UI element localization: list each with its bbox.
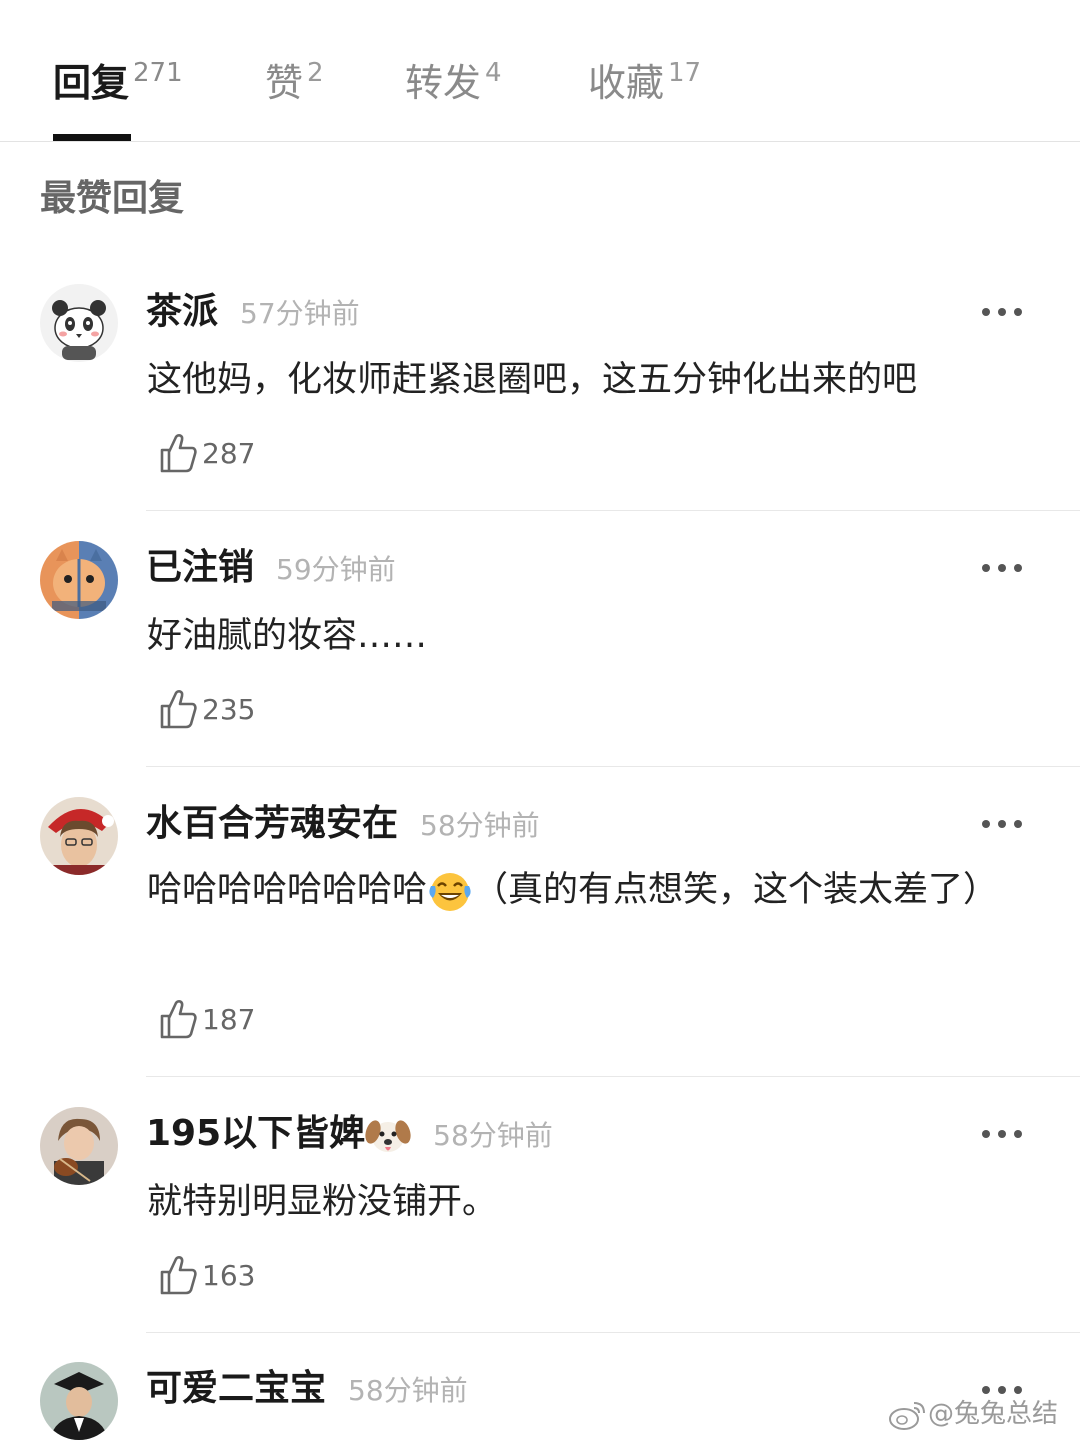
like-count: 163 [202,1258,256,1292]
tab-favorites[interactable]: 收藏 17 [588,58,701,114]
comment-username[interactable]: 水百合芳魂安在 58分钟前 [146,801,540,849]
comment-text: 就特别明显粉没铺开。 [147,1182,498,1222]
like-button[interactable]: 163 [158,1254,255,1298]
more-options-icon[interactable] [982,1128,1024,1140]
dog-face-emoji [365,1120,411,1152]
like-button[interactable]: 187 [158,998,255,1042]
thumbs-up-icon [160,690,197,729]
username-text: 已注销 [146,547,255,588]
like-count: 187 [202,1002,256,1036]
watermark: @兔兔总结 [888,1396,1058,1432]
tab-likes[interactable]: 赞2 [265,58,324,114]
comment-username[interactable]: 茶派 57分钟前 [146,289,360,337]
comment-timestamp: 58分钟前 [420,809,540,842]
tab-favorites-label: 收藏 [588,61,665,105]
comment-text: 哈哈哈哈哈哈哈哈 （真的有点想笑，这个装太差了） [147,862,1037,918]
comment-timestamp: 58分钟前 [348,1374,468,1407]
comment-text: 这他妈，化妆师赶紧退圈吧，这五分钟化出来的吧 [147,360,918,400]
tab-reposts-count: 4 [485,58,502,88]
tab-likes-count: 2 [307,58,324,88]
comment-text-part: （真的有点想笑，这个装太差了） [473,870,999,910]
tab-replies-count: 271 [133,58,183,88]
comment-timestamp: 57分钟前 [240,297,360,330]
comment-divider [146,510,1080,511]
cat-avatar[interactable] [40,541,118,619]
tab-favorites-count: 17 [668,58,702,88]
username-text: 茶派 [146,291,219,332]
comment-text-part: 哈哈哈哈哈哈哈哈 [147,870,428,910]
comment-username[interactable]: 已注销 59分钟前 [146,545,396,593]
tab-likes-label: 赞 [265,61,304,105]
like-count: 235 [202,692,256,726]
comment-username[interactable]: 可爱二宝宝 58分钟前 [146,1366,468,1414]
username-text: 水百合芳魂安在 [146,803,399,844]
weibo-icon [889,1401,925,1430]
like-button[interactable]: 287 [158,432,255,476]
more-options-icon[interactable] [982,1384,1024,1396]
tab-replies-label: 回复 [53,61,130,105]
laughing-tears-emoji [429,873,471,911]
more-options-icon[interactable] [982,818,1024,830]
comment-divider [146,766,1080,767]
panda-avatar[interactable] [40,284,118,362]
person-santa-hat-avatar[interactable] [40,797,118,875]
tab-replies[interactable]: 回复 271 [53,58,183,114]
comment-divider [146,1076,1080,1077]
tab-reposts-label: 转发 [405,61,482,105]
thumbs-up-icon [160,1000,197,1039]
section-title: 最赞回复 [40,178,185,219]
username-text: 195以下皆婢 [146,1113,366,1154]
username-text: 可爱二宝宝 [146,1368,327,1409]
like-count: 287 [202,436,256,470]
comment-username[interactable]: 195以下皆婢 58分钟前 [146,1111,553,1159]
comment-text: 好油腻的妆容…… [147,616,428,656]
comment-divider [146,1332,1080,1333]
person-violin-avatar[interactable] [40,1107,118,1185]
tab-bar: 回复 271 赞2 转发 4 收藏 17 [0,0,1080,142]
watermark-text: @兔兔总结 [928,1399,1059,1429]
more-options-icon[interactable] [982,562,1024,574]
more-options-icon[interactable] [982,306,1024,318]
comment-timestamp: 58分钟前 [433,1119,553,1152]
active-tab-indicator [53,134,131,141]
thumbs-up-icon [160,1256,197,1295]
tab-reposts[interactable]: 转发 4 [405,58,502,114]
thumbs-up-icon [160,434,197,473]
like-button[interactable]: 235 [158,688,255,732]
comment-timestamp: 59分钟前 [276,553,396,586]
graduate-avatar[interactable] [40,1362,118,1440]
